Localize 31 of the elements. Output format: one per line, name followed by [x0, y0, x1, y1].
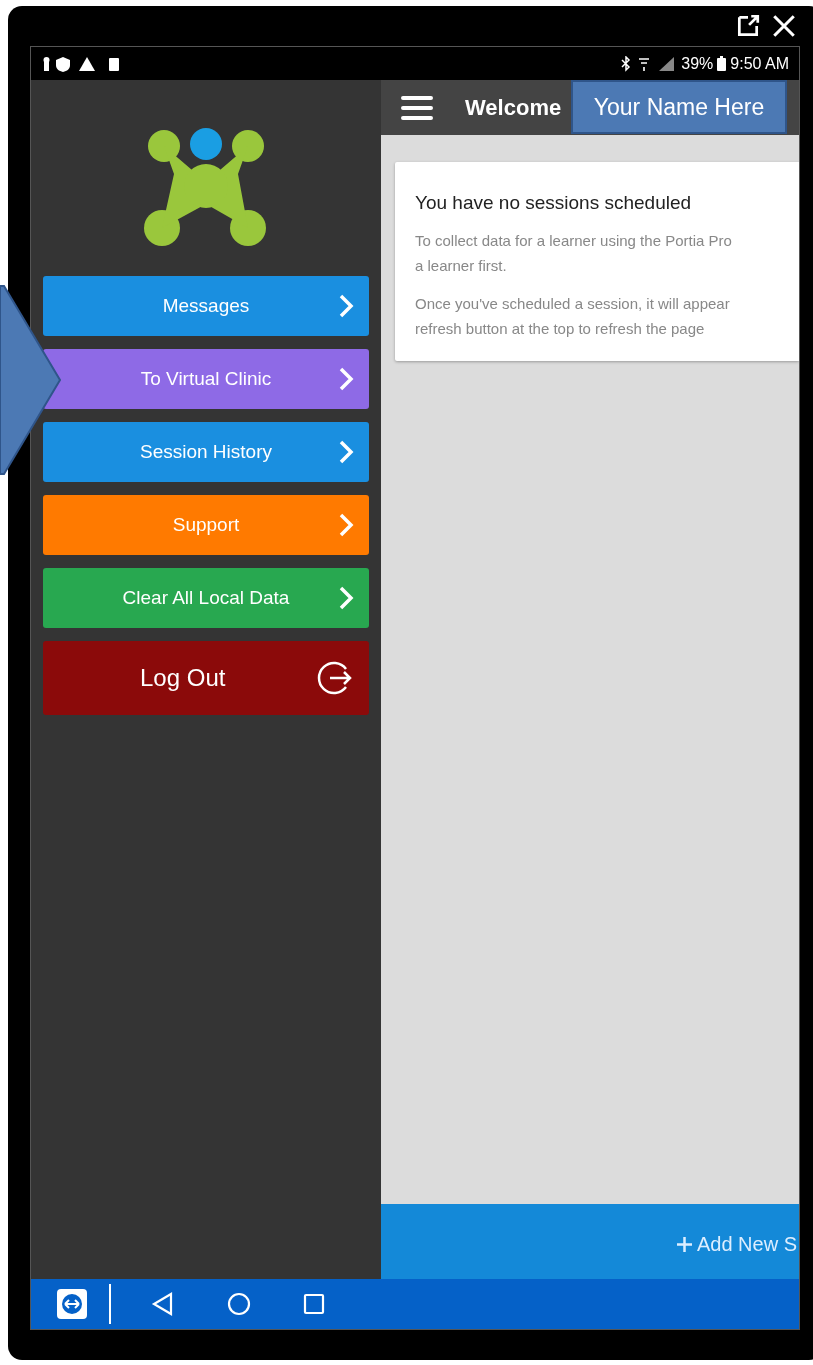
- menu-button[interactable]: Support: [43, 495, 369, 555]
- battery-icon: [717, 56, 727, 71]
- battery-percentage: 39%: [681, 54, 714, 73]
- chevron-right-icon: [338, 366, 354, 392]
- header-title: Welcome: [465, 94, 562, 121]
- chevron-right-icon: [338, 512, 354, 538]
- recents-icon[interactable]: [303, 1293, 325, 1315]
- plus-icon: [675, 1236, 693, 1253]
- menu-icon[interactable]: [401, 94, 433, 121]
- close-icon[interactable]: [771, 13, 797, 39]
- logout-icon: [316, 659, 354, 697]
- menu-button[interactable]: To Virtual Clinic: [43, 349, 369, 409]
- menu-button[interactable]: Session History: [43, 422, 369, 482]
- chevron-right-icon: [338, 439, 354, 465]
- card-text-line: To collect data for a learner using the Portia Pro: [415, 231, 733, 251]
- card-title: You have no sessions scheduled: [415, 192, 693, 214]
- add-new-button[interactable]: Add New S: [675, 1227, 799, 1256]
- card-text-line: a learner first.: [415, 256, 508, 276]
- home-icon[interactable]: [227, 1292, 251, 1316]
- chevron-right-icon: [338, 585, 354, 611]
- popout-icon[interactable]: [735, 13, 761, 39]
- remote-app-icon[interactable]: [57, 1289, 87, 1319]
- back-icon[interactable]: [151, 1292, 175, 1316]
- menu-button[interactable]: Messages: [43, 276, 369, 336]
- card-text-line: refresh button at the top to refresh the page: [415, 319, 706, 339]
- menu-button[interactable]: Log Out: [43, 641, 369, 715]
- clock: 9:50 AM: [730, 54, 789, 73]
- menu-button[interactable]: Clear All Local Data: [43, 568, 369, 628]
- card-text-line: Once you've scheduled a session, it will appear: [415, 294, 731, 314]
- name-label: Your Name Here: [571, 80, 787, 134]
- chevron-right-icon: [338, 293, 354, 319]
